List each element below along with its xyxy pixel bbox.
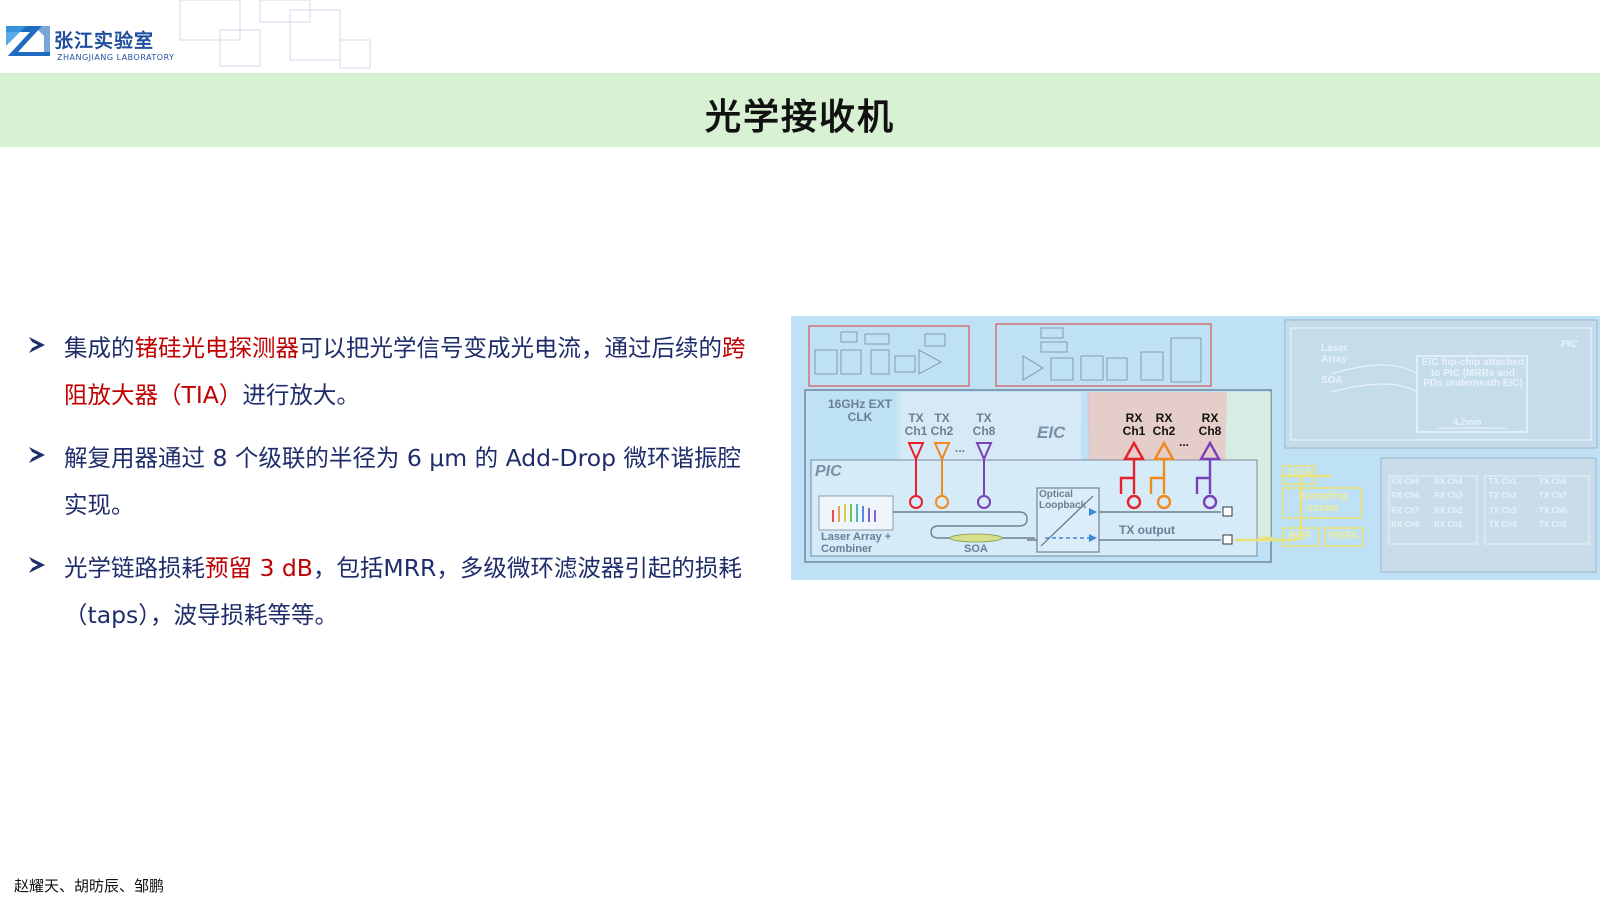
receiver-block-diagram: 16GHz EXT CLK EIC PIC TX Ch1 TX Ch2 TX C… [791, 316, 1600, 580]
eic-flip-chip-label: EIC flip-chip attached to PIC (MRRs and … [1421, 357, 1525, 389]
grid-cell: RX Ch3 [1434, 491, 1463, 501]
soa-label: SOA [964, 543, 988, 555]
bullet-segment: 解复用器通过 8 个级联的半径为 6 μm 的 Add-Drop 微环谐振腔实现… [64, 444, 742, 519]
grid-cell: TX Ch8 [1539, 477, 1567, 486]
bullet-list: 集成的锗硅光电探测器可以把光学信号变成光电流，通过后续的跨阻放大器（TIA）进行… [26, 325, 756, 655]
eic-label: EIC [1037, 423, 1066, 442]
arrow-bullet-icon [29, 447, 45, 463]
chip-size-label: 4.2mm [1453, 417, 1482, 427]
laser-array-label: Laser Array + Combiner [821, 531, 892, 555]
grid-cell: TX Ch6 [1539, 505, 1567, 515]
pic-label: PIC [815, 463, 842, 480]
grid-cell: TX Ch1 [1489, 477, 1517, 486]
grid-cell: RX Ch5 [1391, 477, 1420, 486]
arrow-bullet-icon [29, 557, 45, 573]
bullet-item: 解复用器通过 8 个级联的半径为 6 μm 的 Add-Drop 微环谐振腔实现… [26, 435, 756, 529]
sampling-scope-label: Sampling scope [1298, 490, 1348, 514]
logo-chinese-name: 张江实验室 [54, 30, 155, 52]
tx-ch2-label: TX Ch2 [930, 411, 954, 438]
bullet-segment: 集成的 [64, 334, 135, 362]
tx-ch1-label: TX Ch1 [904, 411, 928, 438]
grid-cell: RX Ch4 [1434, 477, 1463, 486]
highlight-text: 锗硅光电探测器 [134, 334, 300, 362]
header-decoration [179, 0, 371, 69]
grid-cell: RX Ch1 [1434, 520, 1463, 530]
author-names: 赵耀天、胡昉辰、邹鹏 [14, 877, 165, 895]
tx-channel-grid: TX Ch1 TX Ch8 TX Ch2 TX Ch7 TX Ch3 TX Ch… [1489, 477, 1589, 530]
tx-ch8-label: TX Ch8 [972, 411, 996, 438]
optical-loopback-label: Optical Loopback [1039, 489, 1087, 511]
grid-cell: TX Ch7 [1539, 491, 1567, 501]
grid-cell: RX Ch6 [1391, 491, 1420, 501]
bullet-segment: 可以把光学信号变成光电流，通过后续的 [299, 334, 722, 362]
bpf-label: BPF [1289, 530, 1311, 542]
osa-label: OSA [1289, 467, 1313, 479]
grid-cell: TX Ch4 [1489, 520, 1517, 530]
bullet-item: 光学链路损耗预留 3 dB，包括MRR，多级微环滤波器引起的损耗（taps），波… [26, 545, 756, 639]
grid-cell: RX Ch2 [1434, 505, 1463, 515]
zl-logo-icon [6, 26, 50, 58]
grid-cell: RX Ch8 [1391, 520, 1420, 530]
bullet-item: 集成的锗硅光电探测器可以把光学信号变成光电流，通过后续的跨阻放大器（TIA）进行… [26, 325, 756, 419]
bullet-text: 集成的锗硅光电探测器可以把光学信号变成光电流，通过后续的跨阻放大器（TIA）进行… [64, 325, 756, 419]
grid-cell: RX Ch7 [1391, 505, 1420, 515]
bullet-segment: 进行放大。 [242, 381, 360, 409]
bullet-text: 光学链路损耗预留 3 dB，包括MRR，多级微环滤波器引起的损耗（taps），波… [64, 545, 756, 639]
bullet-segment: 光学链路损耗 [64, 554, 205, 582]
tx-output-label: TX output [1119, 523, 1175, 537]
chip-soa-label: SOA [1321, 375, 1343, 386]
grid-cell: TX Ch5 [1539, 520, 1567, 530]
chip-laser-array-label: Laser Array [1321, 343, 1348, 365]
rx-ch1-label: RX Ch1 [1122, 411, 1146, 438]
bullet-text: 解复用器通过 8 个级联的半径为 6 μm 的 Add-Drop 微环谐振腔实现… [64, 435, 756, 529]
chip-pic-label: PIC [1561, 339, 1578, 350]
page-title: 光学接收机 [704, 97, 895, 138]
grid-cell: TX Ch2 [1489, 491, 1517, 501]
grid-cell: TX Ch3 [1489, 505, 1517, 515]
rx-ch2-label: RX Ch2 [1152, 411, 1176, 438]
highlight-text: 预留 3 dB [205, 554, 313, 582]
diagram-graphics [804, 319, 1598, 573]
pdfa-label: PDFA [1329, 530, 1359, 542]
tx-ellipsis: ... [955, 441, 966, 455]
rx-ch8-label: RX Ch8 [1198, 411, 1222, 438]
rx-ellipsis: ... [1179, 435, 1190, 449]
arrow-bullet-icon [29, 337, 45, 353]
ext-clk-label: 16GHz EXT CLK [827, 397, 893, 424]
rx-channel-grid: RX Ch5 RX Ch4 RX Ch6 RX Ch3 RX Ch7 RX Ch… [1391, 477, 1477, 530]
